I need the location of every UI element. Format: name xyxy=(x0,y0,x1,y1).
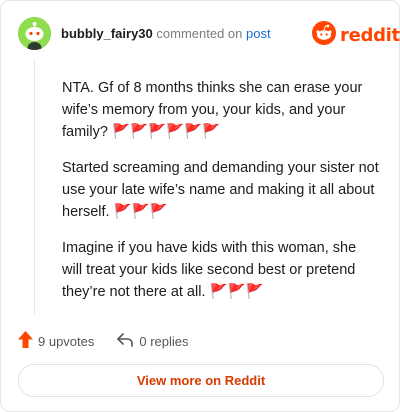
comment-paragraph: Started screaming and demanding your sis… xyxy=(62,160,379,220)
comment-footer: 9 upvotes 0 replies xyxy=(18,331,189,351)
comment-paragraph: NTA. Gf of 8 months thinks she can erase… xyxy=(62,80,363,140)
reddit-brand[interactable]: reddit xyxy=(312,21,400,50)
upvotes[interactable]: 9 upvotes xyxy=(18,331,94,351)
comment-paragraph: Imagine if you have kids with this woman… xyxy=(62,240,357,300)
reply-count: 0 replies xyxy=(139,333,189,349)
upvote-count: 9 upvotes xyxy=(38,333,95,349)
snoo-avatar-icon[interactable] xyxy=(18,17,51,50)
reply-arrow-icon xyxy=(116,332,134,351)
comment-body: NTA. Gf of 8 months thinks she can erase… xyxy=(62,77,380,303)
upvote-arrow-icon xyxy=(18,331,33,351)
replies[interactable]: 0 replies xyxy=(116,332,189,351)
view-more-button[interactable]: View more on Reddit xyxy=(18,364,384,397)
comment-header: bubbly_fairy30 commented on post xyxy=(61,26,271,42)
reddit-logo-icon xyxy=(312,21,336,50)
reddit-wordmark: reddit xyxy=(340,25,400,46)
thread-line xyxy=(34,59,35,314)
username[interactable]: bubbly_fairy30 xyxy=(61,26,153,41)
comment-embed-card: bubbly_fairy30 commented on post reddit … xyxy=(0,0,400,412)
post-link[interactable]: post xyxy=(246,26,271,41)
commented-on-text: commented on xyxy=(156,26,243,41)
